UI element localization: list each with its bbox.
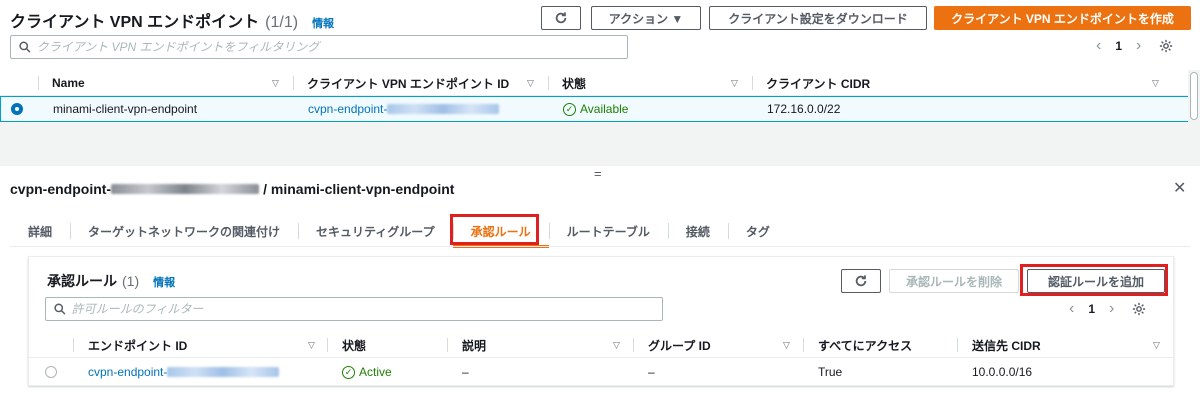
rules-pagination: ‹ 1 › [1069, 300, 1146, 318]
col-description[interactable]: 説明 [462, 332, 486, 358]
detail-title: cvpn-endpoint- / minami-client-vpn-endpo… [10, 181, 454, 197]
highlight-box [450, 214, 539, 245]
info-link[interactable]: 情報 [153, 274, 175, 290]
page-number[interactable]: 1 [1088, 302, 1095, 316]
endpoints-count: (1/1) [265, 14, 299, 31]
tab-details[interactable]: 詳細 [10, 217, 70, 245]
sort-icon[interactable]: ▽ [783, 340, 790, 351]
col-name[interactable]: Name [52, 70, 85, 96]
check-circle-icon: ✓ [563, 102, 576, 116]
refresh-icon [855, 275, 867, 287]
check-circle-icon: ✓ [342, 365, 355, 379]
status-text: Active [359, 365, 392, 379]
endpoint-name: minami-client-vpn-endpoint [53, 102, 198, 116]
rules-filter[interactable] [45, 297, 663, 321]
tab-security-groups[interactable]: セキュリティグループ [298, 217, 453, 245]
info-link[interactable]: 情報 [312, 15, 334, 31]
refresh-button[interactable] [541, 6, 581, 30]
detail-id-prefix: cvpn-endpoint- [10, 181, 112, 197]
tab-route-table[interactable]: ルートテーブル [548, 217, 668, 245]
rules-title: 承認ルール [47, 273, 117, 289]
redacted-id [111, 184, 260, 194]
endpoints-header: クライアント VPN エンドポイント (1/1) 情報 [10, 8, 334, 31]
settings-gear-icon[interactable] [1159, 39, 1173, 53]
rule-dest-cidr: 10.0.0.0/16 [972, 365, 1033, 379]
next-page-icon[interactable]: › [1109, 300, 1114, 318]
search-icon [19, 41, 31, 53]
col-client-cidr[interactable]: クライアント CIDR [766, 70, 870, 96]
detail-tabs: 詳細 ターゲットネットワークの関連付け セキュリティグループ 承認ルール ルート… [10, 216, 788, 248]
sort-icon[interactable]: ▽ [527, 78, 534, 89]
sort-icon[interactable]: ▽ [308, 340, 315, 351]
status-badge: ✓ Active [342, 365, 392, 379]
endpoints-table-header: Name ▽ クライアント VPN エンドポイント ID ▽ 状態 ▽ クライア… [0, 70, 1200, 96]
detail-endpoint-name: / minami-client-vpn-endpoint [263, 181, 455, 197]
table-row[interactable]: cvpn-endpoint- ✓ Active – – True 10.0.0.… [29, 359, 1173, 385]
rule-group-id: – [648, 365, 655, 379]
rules-table-header: エンドポイント ID ▽ 状態 説明 ▽ グループ ID ▽ すべてにアクセス … [29, 332, 1173, 358]
download-config-button[interactable]: クライアント設定をダウンロード [709, 6, 927, 30]
endpoint-filter-input[interactable] [36, 40, 627, 54]
sort-icon[interactable]: ▽ [1153, 340, 1160, 351]
delete-rule-button[interactable]: 承認ルールを削除 [889, 269, 1019, 293]
redacted-id [387, 104, 500, 114]
sort-icon[interactable]: ▽ [613, 340, 620, 351]
highlight-box [1020, 264, 1168, 296]
rules-refresh-button[interactable] [841, 269, 881, 293]
col-access-all[interactable]: すべてにアクセス [818, 332, 912, 358]
pagination: ‹ 1 › [1096, 37, 1173, 55]
col-group-id[interactable]: グループ ID [648, 332, 711, 358]
row-radio[interactable] [45, 366, 57, 378]
scrollbar-thumb[interactable] [1190, 72, 1198, 120]
sort-icon[interactable]: ▽ [731, 78, 738, 89]
page-number[interactable]: 1 [1115, 39, 1122, 53]
create-endpoint-button[interactable]: クライアント VPN エンドポイントを作成 [934, 6, 1191, 30]
row-radio[interactable] [11, 103, 23, 115]
prev-page-icon[interactable]: ‹ [1069, 300, 1074, 318]
rules-count: (1) [122, 273, 140, 289]
endpoint-filter[interactable] [10, 35, 628, 59]
tab-target-network[interactable]: ターゲットネットワークの関連付け [70, 217, 298, 245]
split-divider-area [0, 122, 1200, 166]
refresh-icon [555, 12, 567, 24]
page-title: クライアント VPN エンドポイント [10, 14, 260, 31]
settings-gear-icon[interactable] [1132, 302, 1146, 316]
col-state[interactable]: 状態 [562, 70, 586, 96]
client-cidr: 172.16.0.0/22 [767, 102, 841, 116]
rules-header: 承認ルール (1) 情報 [47, 271, 175, 291]
close-icon[interactable]: ✕ [1173, 178, 1186, 198]
sort-icon[interactable]: ▽ [272, 78, 279, 89]
actions-button[interactable]: アクション ▼ [591, 6, 701, 30]
resize-handle-icon[interactable]: = [594, 166, 602, 181]
col-endpoint-id[interactable]: クライアント VPN エンドポイント ID [307, 70, 509, 96]
prev-page-icon[interactable]: ‹ [1096, 37, 1101, 55]
col-endpoint-id[interactable]: エンドポイント ID [88, 332, 187, 358]
sort-icon[interactable]: ▽ [1152, 78, 1159, 89]
status-text: Available [580, 102, 629, 116]
col-dest-cidr[interactable]: 送信先 CIDR [972, 332, 1041, 358]
rule-description: – [462, 365, 469, 379]
next-page-icon[interactable]: › [1136, 37, 1141, 55]
endpoint-id-link[interactable]: cvpn-endpoint- [308, 102, 387, 116]
rule-access-all: True [818, 365, 843, 379]
col-state[interactable]: 状態 [342, 332, 366, 358]
status-badge: ✓ Available [563, 102, 628, 116]
tab-tags[interactable]: タグ [727, 217, 788, 245]
table-row[interactable]: minami-client-vpn-endpoint cvpn-endpoint… [0, 96, 1190, 122]
tabs-divider [10, 246, 1190, 247]
rules-filter-input[interactable] [71, 302, 662, 316]
redacted-id [167, 367, 280, 377]
search-icon [54, 303, 66, 315]
tab-connections[interactable]: 接続 [667, 217, 728, 245]
authorization-rules-panel: 承認ルール (1) 情報 承認ルールを削除 認証ルールを追加 ‹ 1 › エンド… [28, 256, 1174, 386]
rule-endpoint-id-link[interactable]: cvpn-endpoint- [88, 365, 167, 379]
